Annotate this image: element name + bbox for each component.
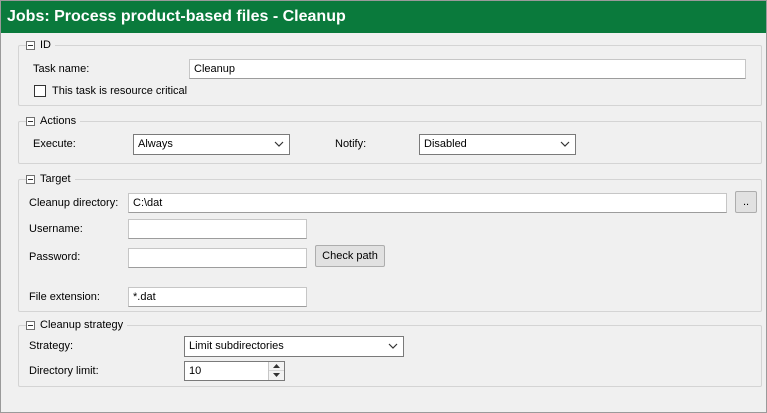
spin-down-icon[interactable] xyxy=(269,371,284,380)
actions-group-title: Actions xyxy=(40,115,77,127)
resource-critical-label: This task is resource critical xyxy=(52,85,188,97)
dir-limit-stepper[interactable]: 10 xyxy=(184,361,285,381)
chevron-down-icon xyxy=(274,141,284,147)
collapse-icon[interactable] xyxy=(26,174,35,184)
target-group: Target Cleanup directory: .. Username: P… xyxy=(18,172,762,312)
strategy-group: Cleanup strategy Strategy: Limit subdire… xyxy=(18,318,762,387)
dir-limit-label: Directory limit: xyxy=(29,365,99,377)
notify-label: Notify: xyxy=(335,138,367,150)
task-name-input[interactable] xyxy=(189,59,746,79)
id-group: ID Task name: This task is resource crit… xyxy=(18,38,762,106)
strategy-group-title: Cleanup strategy xyxy=(40,319,124,331)
strategy-select[interactable]: Limit subdirectories xyxy=(184,336,404,357)
window-title: Jobs: Process product-based files - Clea… xyxy=(1,1,766,33)
execute-label: Execute: xyxy=(33,138,76,150)
strategy-group-header[interactable]: Cleanup strategy xyxy=(26,318,128,332)
username-input[interactable] xyxy=(128,219,307,239)
execute-select-value: Always xyxy=(138,138,173,150)
password-input[interactable] xyxy=(128,248,307,268)
dir-limit-value: 10 xyxy=(189,365,202,377)
collapse-icon[interactable] xyxy=(26,320,35,330)
chevron-down-icon xyxy=(388,343,398,349)
strategy-label: Strategy: xyxy=(29,340,74,352)
collapse-icon[interactable] xyxy=(26,40,35,50)
actions-group-header[interactable]: Actions xyxy=(26,114,81,128)
browse-button[interactable]: .. xyxy=(735,191,757,213)
execute-select[interactable]: Always xyxy=(133,134,290,155)
resource-critical-checkbox[interactable] xyxy=(34,85,46,97)
id-group-header[interactable]: ID xyxy=(26,38,55,52)
id-group-title: ID xyxy=(40,39,51,51)
cleanup-dir-input[interactable] xyxy=(128,193,727,213)
stepper-buttons xyxy=(268,362,284,380)
username-label: Username: xyxy=(29,223,83,235)
strategy-select-value: Limit subdirectories xyxy=(189,340,284,352)
check-path-button[interactable]: Check path xyxy=(315,245,385,267)
target-group-title: Target xyxy=(40,173,71,185)
chevron-down-icon xyxy=(560,141,570,147)
notify-select[interactable]: Disabled xyxy=(419,134,576,155)
notify-select-value: Disabled xyxy=(424,138,467,150)
actions-group: Actions Execute: Always Notify: Disabled xyxy=(18,114,762,164)
task-name-label: Task name: xyxy=(33,63,90,75)
collapse-icon[interactable] xyxy=(26,116,35,126)
cleanup-dir-label: Cleanup directory: xyxy=(29,197,119,209)
target-group-header[interactable]: Target xyxy=(26,172,75,186)
job-window: Jobs: Process product-based files - Clea… xyxy=(0,0,767,413)
file-ext-input[interactable] xyxy=(128,287,307,307)
file-ext-label: File extension: xyxy=(29,291,100,303)
password-label: Password: xyxy=(29,251,81,263)
spin-up-icon[interactable] xyxy=(269,362,284,371)
